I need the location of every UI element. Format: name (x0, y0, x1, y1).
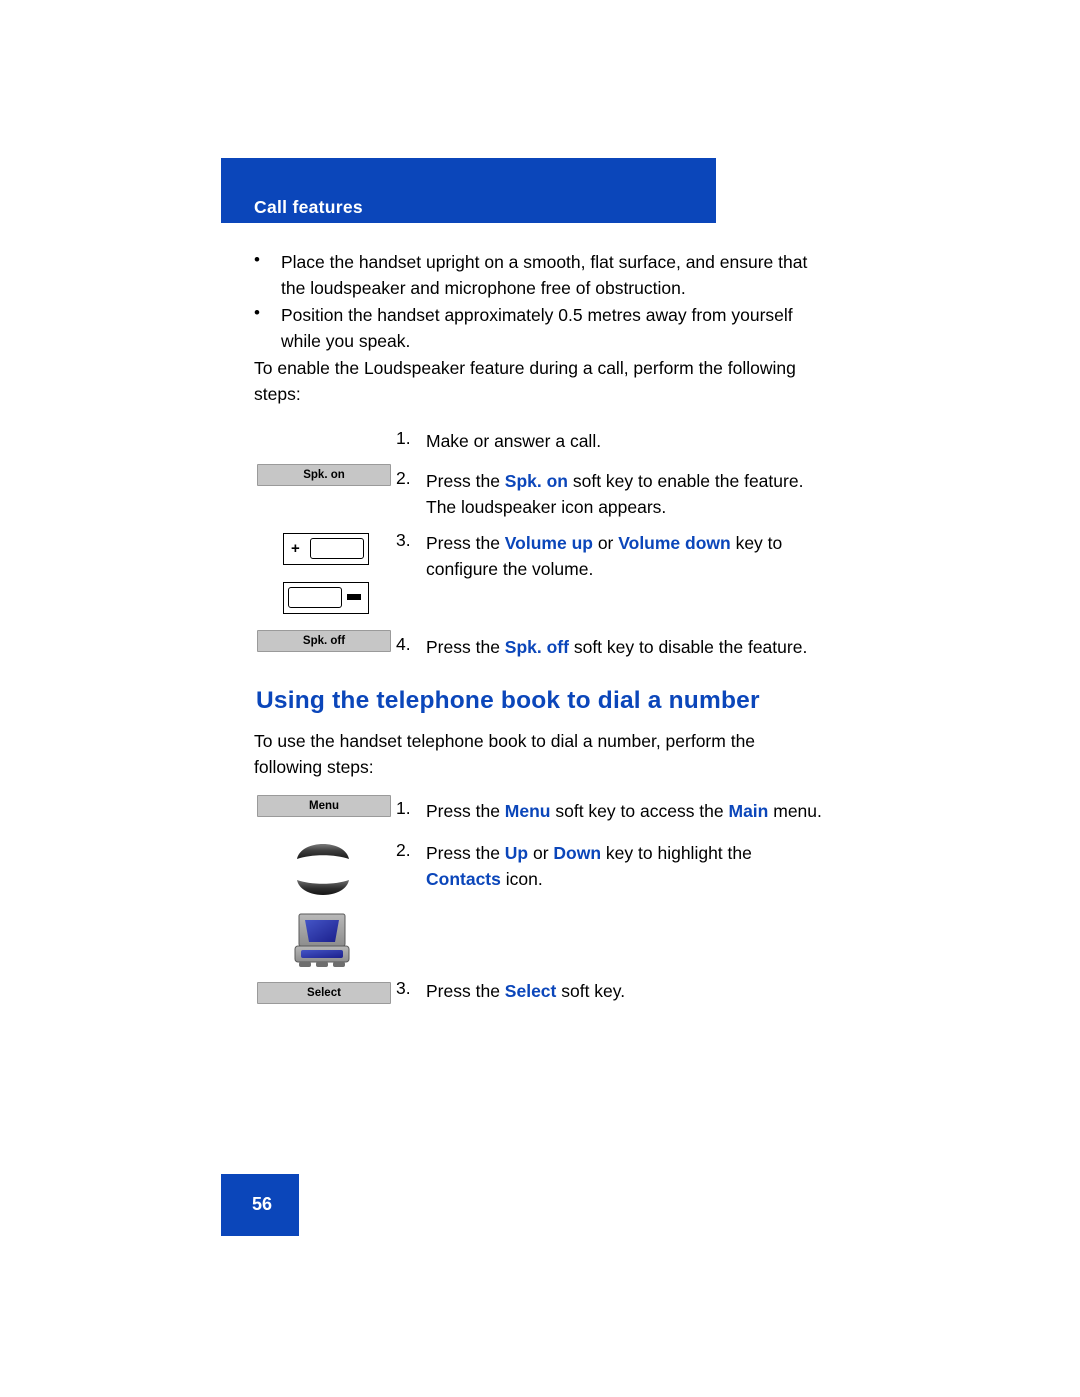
softkey-menu: Menu (257, 795, 391, 817)
step-post: soft key. (556, 981, 626, 1001)
key-name: Down (553, 843, 602, 863)
intro-line: To use the handset telephone book to dia… (254, 731, 756, 751)
step-text: Press the Menu soft key to access the Ma… (426, 798, 866, 824)
step-line: Press the Volume up or Volume down key t… (426, 530, 856, 556)
key-name: Select (504, 981, 557, 1001)
page-title: Call features (254, 197, 363, 217)
intro-line: To enable the Loudspeaker feature during… (254, 358, 796, 378)
bullet-text: Position the handset approximately 0.5 m… (281, 302, 841, 354)
intro-paragraph: To enable the Loudspeaker feature during… (254, 355, 854, 407)
step-post: soft key to disable the feature. (568, 637, 808, 657)
key-name: Contacts (426, 869, 501, 889)
step-text: Press the Volume up or Volume down key t… (426, 530, 856, 582)
step-line: Press the Menu soft key to access the Ma… (426, 798, 866, 824)
step-mid: or (592, 533, 619, 553)
step-number: 2. (396, 840, 411, 860)
step-number: 2. (396, 468, 411, 488)
page-number: 56 (252, 1194, 273, 1214)
step-number: 3. (396, 978, 411, 998)
step-line: Contacts icon. (426, 866, 866, 892)
key-name: Main (728, 801, 769, 821)
step-post: soft key to enable the feature. (568, 471, 804, 491)
step-text: Make or answer a call. (426, 431, 602, 451)
softkey-label: Menu (308, 800, 340, 812)
intro-line: following steps: (254, 757, 374, 777)
step-text: Press the Up or Down key to highlight th… (426, 840, 866, 892)
step-line: Press the Spk. on soft key to enable the… (426, 468, 856, 494)
bullet-line: Place the handset upright on a smooth, f… (281, 252, 808, 272)
plus-icon: + (291, 540, 300, 557)
step-pre: Press the (426, 801, 505, 821)
step-post: key to highlight the (601, 843, 752, 863)
softkey-label: Spk. off (302, 635, 346, 647)
softkey-select: Select (257, 982, 391, 1004)
nav-down-key-icon (295, 876, 351, 906)
volume-up-key-inner (310, 538, 364, 559)
key-name: Spk. off (504, 637, 569, 657)
step-number: 4. (396, 634, 411, 654)
step-line: Press the Select soft key. (426, 978, 866, 1004)
step-line: configure the volume. (426, 559, 594, 579)
contacts-icon (291, 912, 353, 970)
bullet-marker: • (254, 250, 260, 269)
step-pre: Press the (426, 637, 505, 657)
nav-up-key-icon (295, 833, 351, 863)
intro-line: steps: (254, 384, 301, 404)
section-heading: Using the telephone book to dial a numbe… (256, 687, 760, 714)
softkey-label: Spk. on (303, 469, 345, 481)
key-name: Volume up (504, 533, 593, 553)
key-name: Up (504, 843, 529, 863)
bullet-text: Place the handset upright on a smooth, f… (281, 249, 841, 301)
softkey-spk-off: Spk. off (257, 630, 391, 652)
key-name: Spk. on (504, 471, 568, 491)
bullet-marker: • (254, 303, 260, 322)
step-text: Press the Spk. off soft key to disable t… (426, 634, 856, 660)
softkey-label: Select (307, 987, 341, 999)
step-post: icon. (500, 869, 543, 889)
step-pre: Press the (426, 981, 505, 1001)
step-mid: soft key to access the (550, 801, 729, 821)
step-pre: Press the (426, 533, 505, 553)
step-line: The loudspeaker icon appears. (426, 497, 667, 517)
step-text: Press the Select soft key. (426, 978, 866, 1004)
step-mid: or (528, 843, 554, 863)
softkey-spk-on: Spk. on (257, 464, 391, 486)
bullet-line: the loudspeaker and microphone free of o… (281, 278, 686, 298)
section-intro: To use the handset telephone book to dia… (254, 728, 854, 780)
step-line: Press the Spk. off soft key to disable t… (426, 634, 856, 660)
bullet-line: Position the handset approximately 0.5 m… (281, 305, 793, 325)
bullet-line: while you speak. (281, 331, 411, 351)
step-pre: Press the (426, 471, 505, 491)
step-line: Press the Up or Down key to highlight th… (426, 840, 866, 866)
step-number: 1. (396, 428, 411, 448)
volume-down-key-inner (288, 587, 342, 608)
step-text: Press the Spk. on soft key to enable the… (426, 468, 856, 520)
key-name: Menu (504, 801, 551, 821)
key-name: Volume down (618, 533, 731, 553)
step-number: 3. (396, 530, 411, 550)
document-page: Call features • Place the handset uprigh… (0, 0, 1080, 1397)
step-post: key to (730, 533, 783, 553)
step-number: 1. (396, 798, 411, 818)
step-pre: Press the (426, 843, 505, 863)
step-post: menu. (768, 801, 822, 821)
minus-icon (347, 594, 361, 600)
